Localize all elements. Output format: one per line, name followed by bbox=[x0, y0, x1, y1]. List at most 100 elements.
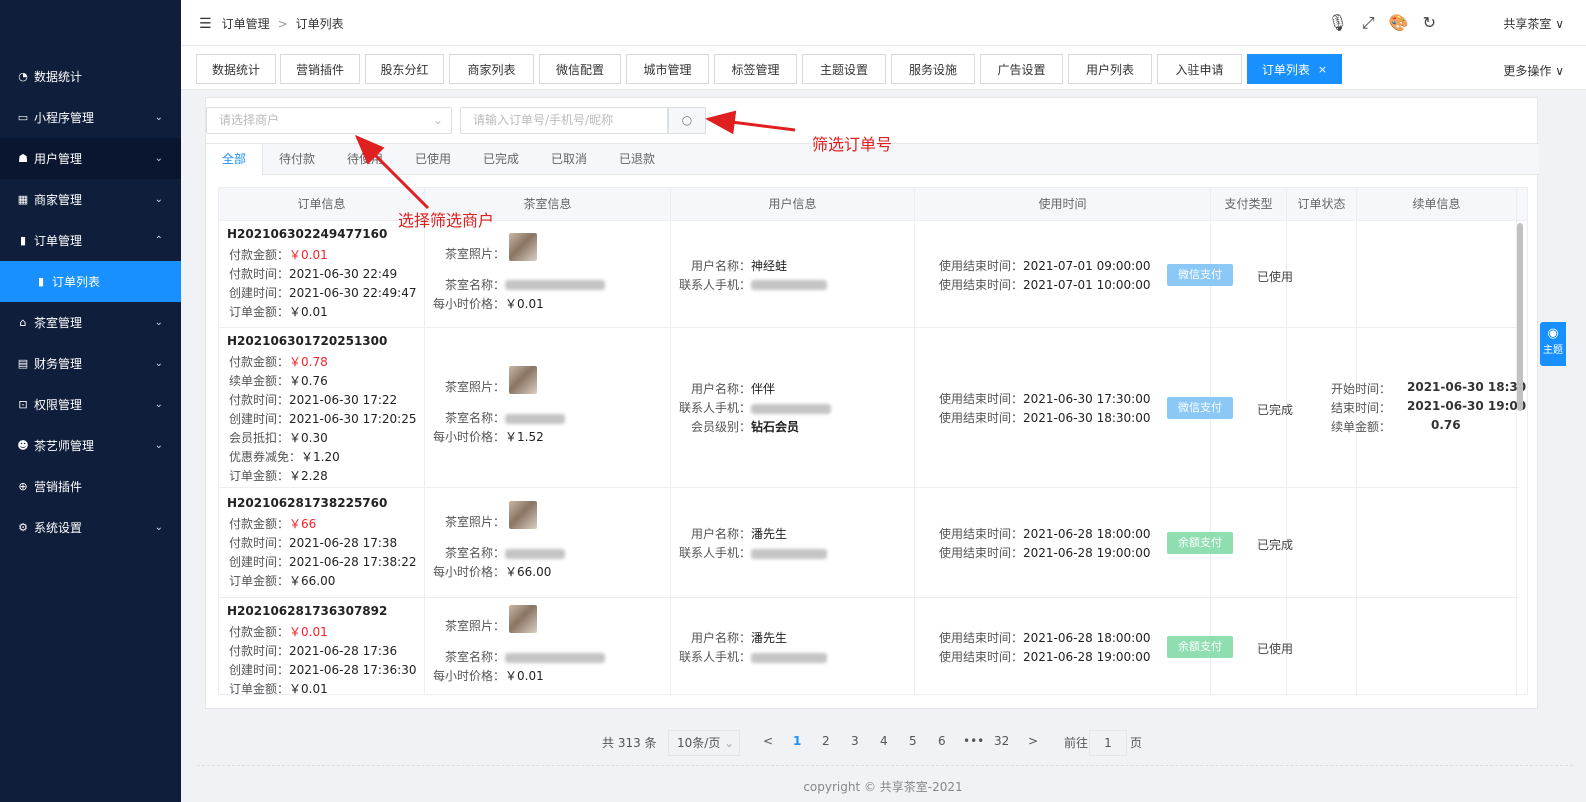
sidebar-item-6[interactable]: ⌂ 茶室管理 ⌄ bbox=[0, 302, 181, 343]
use-end-row: 使用结束时间：2021-06-28 19:00:00 bbox=[939, 648, 1150, 665]
table-cell bbox=[1357, 598, 1517, 694]
tab-6[interactable]: 标签管理 bbox=[714, 54, 797, 84]
sidebar-item-8[interactable]: ⊡ 权限管理 ⌄ bbox=[0, 384, 181, 425]
more-operations-dropdown[interactable]: 更多操作 ∨ bbox=[1503, 62, 1564, 79]
renew-value: 0.76 bbox=[1431, 418, 1461, 432]
table-cell bbox=[671, 488, 915, 597]
order-tab-4[interactable]: 已完成 bbox=[467, 144, 535, 175]
use-end-row: 使用结束时间：2021-06-28 19:00:00 bbox=[939, 544, 1150, 561]
search-button[interactable]: ○ bbox=[668, 107, 706, 134]
hourly-price-label: 每小时价格： bbox=[433, 296, 506, 311]
settings-icon: ⚙ bbox=[18, 521, 28, 534]
order-tab-3[interactable]: 已使用 bbox=[399, 144, 467, 175]
order-tab-0[interactable]: 全部 bbox=[206, 144, 264, 175]
tab-4[interactable]: 微信配置 bbox=[539, 54, 621, 84]
page-button-6[interactable]: 6 bbox=[938, 734, 946, 748]
tab-9[interactable]: 广告设置 bbox=[980, 54, 1063, 84]
tab-0[interactable]: 数据统计 bbox=[196, 54, 276, 84]
order-field-label: 订单金额： bbox=[229, 469, 290, 483]
fullscreen-icon[interactable]: ⤢ bbox=[1362, 13, 1375, 33]
sidebar-item-3[interactable]: ▦ 商家管理 ⌄ bbox=[0, 179, 181, 220]
search-input[interactable]: 请输入订单号/手机号/昵称 bbox=[460, 107, 668, 134]
sidebar-item-2[interactable]: ☗ 用户管理 ⌄ bbox=[0, 138, 181, 179]
breadcrumb-item-order-manage[interactable]: 订单管理 bbox=[222, 15, 270, 32]
sidebar-item-11[interactable]: ⚙ 系统设置 ⌄ bbox=[0, 507, 181, 548]
page-button-5[interactable]: 5 bbox=[909, 734, 917, 748]
refresh-icon[interactable]: ↻ bbox=[1423, 13, 1436, 33]
order-id[interactable]: H202106301720251300 bbox=[227, 334, 387, 348]
page-button-3[interactable]: 3 bbox=[851, 734, 859, 748]
page-button-1[interactable]: 1 bbox=[793, 734, 801, 748]
page-ellipsis[interactable]: ••• bbox=[963, 734, 984, 748]
order-id[interactable]: H202106281736307892 bbox=[227, 604, 387, 618]
room-photo[interactable] bbox=[509, 366, 537, 394]
order-field-label: 付款金额： bbox=[229, 516, 290, 531]
sidebar-item-5[interactable]: ▮ 订单列表 bbox=[0, 261, 181, 302]
sidebar-item-9[interactable]: ☻ 茶艺师管理 ⌄ bbox=[0, 425, 181, 466]
sidebar-item-0[interactable]: ◔ 数据统计 bbox=[0, 56, 181, 97]
tab-label: 入驻申请 bbox=[1175, 62, 1224, 77]
palette-icon[interactable]: 🎨 bbox=[1389, 13, 1409, 33]
use-start-label: 使用结束时间： bbox=[939, 527, 1024, 541]
order-field-label: 付款金额： bbox=[229, 248, 290, 262]
tab-2[interactable]: 股东分红 bbox=[365, 54, 444, 84]
order-id[interactable]: H202106281738225760 bbox=[227, 496, 387, 510]
table-row: H202106301720251300 付款金额：￥0.78 续单金额：￥0.76 付… bbox=[219, 328, 1526, 488]
order-tab-2[interactable]: 待使用 bbox=[331, 144, 399, 175]
use-start-value: 2021-06-30 17:30:00 bbox=[1023, 392, 1151, 406]
goto-page-input[interactable]: 1 bbox=[1089, 730, 1127, 756]
user-phone-row: 联系人手机： bbox=[679, 544, 828, 561]
page-size-select[interactable]: 10条/页 ⌄ bbox=[668, 730, 740, 756]
room-name-row: 茶室名称： bbox=[445, 648, 606, 665]
search-icon: ○ bbox=[681, 113, 693, 127]
sidebar-item-label: 商家管理 bbox=[34, 193, 83, 207]
room-photo[interactable] bbox=[509, 605, 537, 633]
mic-off-icon[interactable]: 🎙 bbox=[1328, 13, 1348, 33]
renew-label: 结束时间： bbox=[1331, 401, 1392, 415]
room-name-row: 茶室名称： bbox=[445, 544, 566, 561]
next-page-button[interactable]: > bbox=[1028, 734, 1038, 748]
sidebar-item-label: 营销插件 bbox=[34, 480, 83, 494]
order-field: 付款金额：￥66 bbox=[229, 515, 316, 532]
tab-8[interactable]: 服务设施 bbox=[891, 54, 975, 84]
table-row: H202106281736307892 付款金额：￥0.01 付款时间：2021-0… bbox=[219, 598, 1519, 694]
use-start-value: 2021-06-28 18:00:00 bbox=[1023, 527, 1151, 541]
close-icon[interactable]: × bbox=[1318, 63, 1327, 76]
room-photo[interactable] bbox=[509, 232, 537, 261]
user-menu[interactable]: 共享茶室 ∨ bbox=[1503, 15, 1564, 32]
tab-7[interactable]: 主题设置 bbox=[802, 54, 886, 84]
table-cell bbox=[1357, 221, 1517, 327]
sidebar-item-10[interactable]: ⊕ 营销插件 bbox=[0, 466, 181, 507]
order-tab-1[interactable]: 待付款 bbox=[263, 144, 331, 175]
theme-button[interactable]: ◉ 主题 bbox=[1540, 322, 1566, 366]
tab-label: 订单列表 bbox=[1261, 62, 1310, 77]
chevron-down-icon: ⌄ bbox=[432, 113, 443, 127]
breadcrumb-item-order-list: 订单列表 bbox=[295, 17, 344, 31]
order-field-label: 会员抵扣： bbox=[229, 431, 290, 445]
sidebar-item-4[interactable]: ▮ 订单管理 ⌃ bbox=[0, 220, 181, 261]
room-photo-label: 茶室照片： bbox=[445, 515, 506, 529]
page-button-4[interactable]: 4 bbox=[880, 734, 888, 748]
tab-11[interactable]: 入驻申请 bbox=[1157, 54, 1242, 84]
tab-5[interactable]: 城市管理 bbox=[626, 54, 709, 84]
tab-12[interactable]: 订单列表 × bbox=[1247, 54, 1342, 84]
sidebar-item-7[interactable]: ▤ 财务管理 ⌄ bbox=[0, 343, 181, 384]
order-tab-6[interactable]: 已退款 bbox=[603, 144, 671, 175]
page-button-last[interactable]: 32 bbox=[994, 734, 1009, 748]
order-id[interactable]: H202106302249477160 bbox=[227, 227, 387, 241]
order-tab-5[interactable]: 已取消 bbox=[535, 144, 603, 175]
scrollbar[interactable] bbox=[1517, 223, 1523, 411]
menu-toggle-icon[interactable]: ☰ bbox=[199, 16, 212, 32]
page-button-2[interactable]: 2 bbox=[822, 734, 830, 748]
tab-1[interactable]: 营销插件 bbox=[280, 54, 360, 84]
room-name-label: 茶室名称： bbox=[445, 546, 506, 560]
merchant-select[interactable]: 请选择商户 ⌄ bbox=[206, 107, 452, 134]
tab-10[interactable]: 用户列表 bbox=[1068, 54, 1152, 84]
room-photo[interactable] bbox=[509, 501, 537, 529]
prev-page-button[interactable]: < bbox=[763, 734, 773, 748]
tab-label: 股东分红 bbox=[380, 62, 429, 77]
sidebar-item-1[interactable]: ▭ 小程序管理 ⌄ bbox=[0, 97, 181, 138]
tab-3[interactable]: 商家列表 bbox=[449, 54, 534, 84]
use-end-row: 使用结束时间：2021-06-30 18:30:00 bbox=[939, 409, 1150, 426]
order-field-value: ￥0.76 bbox=[289, 374, 328, 388]
